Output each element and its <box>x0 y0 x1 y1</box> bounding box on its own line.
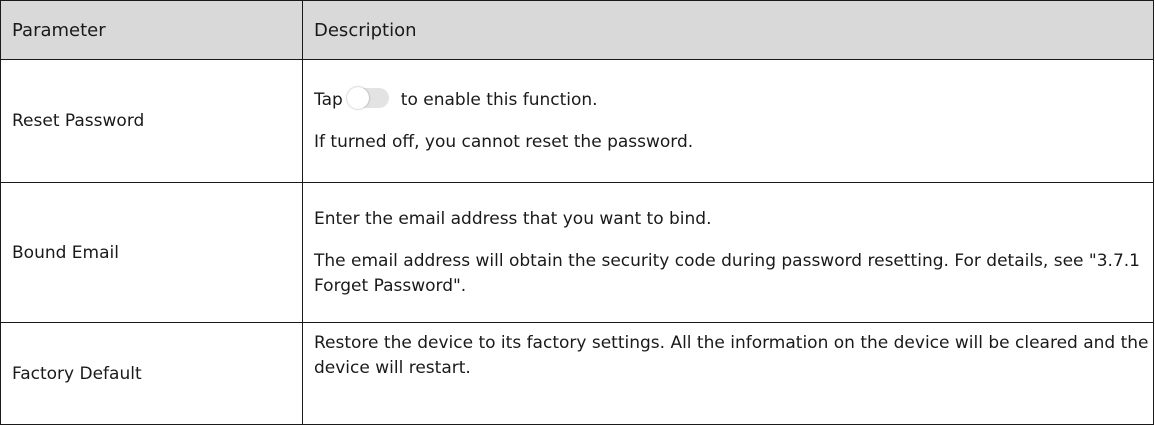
description-cell: Enter the email address that you want to… <box>302 182 1154 323</box>
description-line: The email address will obtain the securi… <box>314 250 1140 296</box>
table-row-factory-default: Factory Default Restore the device to it… <box>0 322 1154 425</box>
description-line: Enter the email address that you want to… <box>314 208 712 229</box>
column-header-parameter: Parameter <box>0 0 303 60</box>
description-line: If turned off, you cannot reset the pass… <box>314 131 694 152</box>
toggle-knob <box>346 86 369 109</box>
description-line: Restore the device to its factory settin… <box>314 333 1149 378</box>
table-header-row: Parameter Description <box>0 0 1154 60</box>
column-header-description: Description <box>302 0 1154 60</box>
description-cell: Tap to enable this function. If turned of… <box>302 59 1154 183</box>
description-cell: Restore the device to its factory settin… <box>302 322 1154 425</box>
description-text: to enable this function. <box>400 89 598 110</box>
description-text: Tap <box>314 89 343 110</box>
table-row-bound-email: Bound Email Enter the email address that… <box>0 182 1154 323</box>
parameter-table: Parameter Description Reset Password Tap… <box>0 0 1154 425</box>
toggle-switch-icon <box>346 86 389 109</box>
parameter-cell: Bound Email <box>0 182 303 323</box>
parameter-cell: Reset Password <box>0 59 303 183</box>
table-row-reset-password: Reset Password Tap to enable this functio… <box>0 59 1154 183</box>
description-line: Tap to enable this function. <box>314 86 1153 113</box>
parameter-cell: Factory Default <box>0 322 303 425</box>
